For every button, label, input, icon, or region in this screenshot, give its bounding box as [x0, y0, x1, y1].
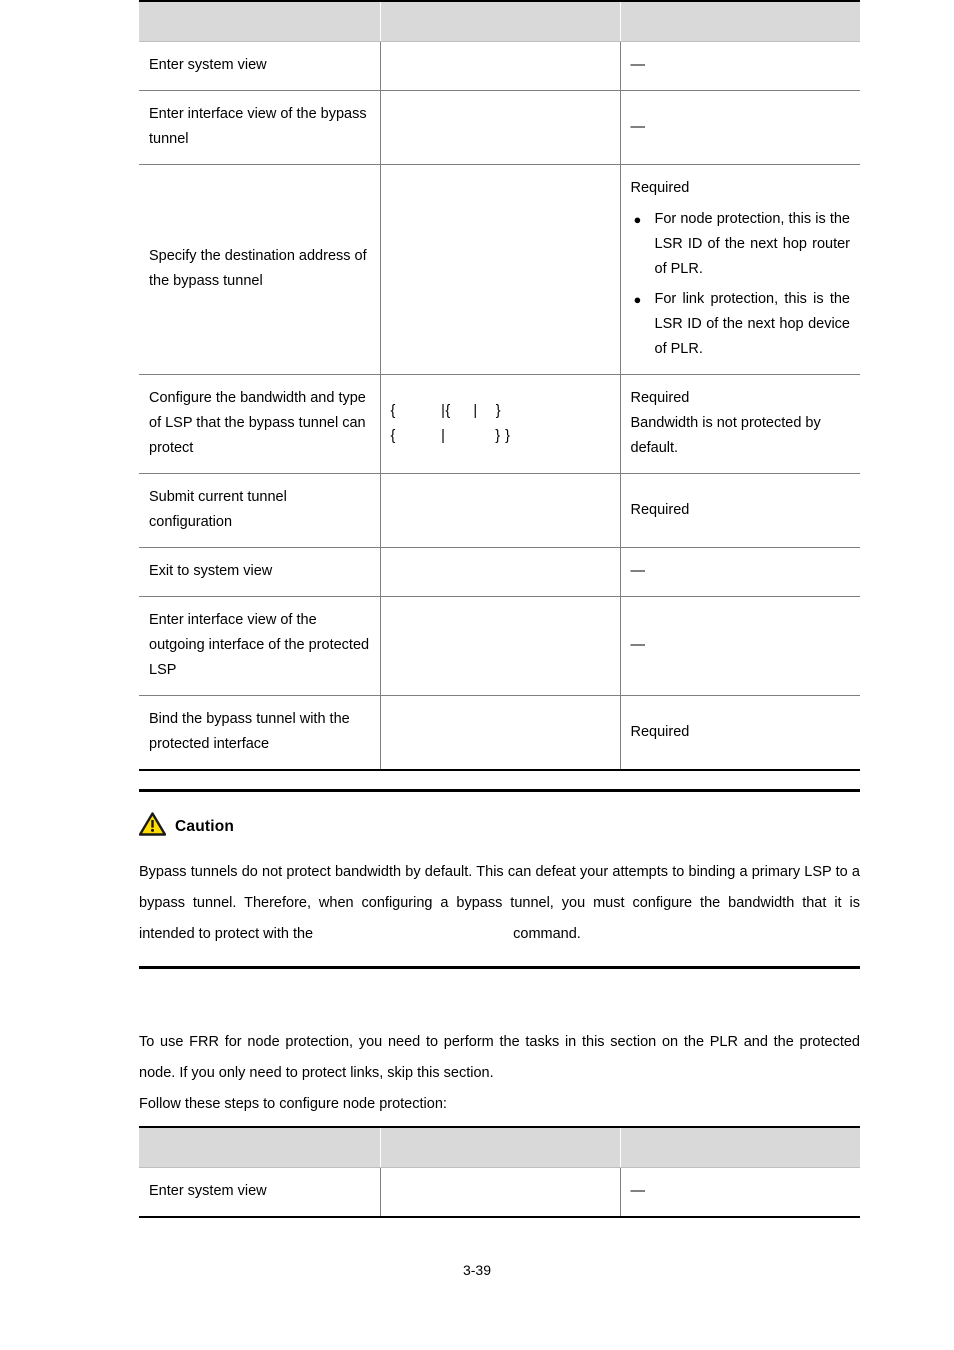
- cell-remarks: —: [619, 596, 860, 696]
- cell-command: [379, 1167, 620, 1218]
- caution-body: Bypass tunnels do not protect bandwidth …: [139, 857, 860, 950]
- table-body: Enter system view —: [139, 1167, 860, 1218]
- bypass-tunnel-config-table: Enter system view — Enter interface view…: [139, 0, 860, 771]
- table-row: Configure the bandwidth and type of LSP …: [139, 374, 860, 474]
- table-body: Enter system view — Enter interface view…: [139, 41, 860, 771]
- warning-triangle-icon: [138, 812, 167, 841]
- cell-remarks: Required Bandwidth is not protected by d…: [619, 374, 860, 474]
- remarks-lead: —: [630, 118, 646, 135]
- section-paragraph-2: Follow these steps to configure node pro…: [139, 1096, 447, 1112]
- cell-step: Enter interface view of the bypass tunne…: [139, 90, 380, 165]
- cell-command: [379, 41, 620, 91]
- table-header-row: [139, 1126, 860, 1168]
- cell-step: Submit current tunnel configuration: [139, 473, 380, 548]
- list-item-label: For node protection, this is the LSR ID …: [654, 211, 851, 277]
- cell-remarks: —: [619, 41, 860, 91]
- table-header: [139, 1126, 860, 1168]
- cell-step: Bind the bypass tunnel with the protecte…: [139, 695, 380, 771]
- remarks-lead: Required: [630, 390, 690, 406]
- remarks-lead: Required: [630, 501, 690, 518]
- table-row: Enter system view —: [139, 1167, 860, 1218]
- cell-remarks: —: [619, 90, 860, 165]
- cell-step: Enter interface view of the outgoing int…: [139, 596, 380, 696]
- remarks-lead: —: [630, 563, 646, 579]
- section-body: To use FRR for node protection, you need…: [139, 1027, 860, 1120]
- table-row: Enter interface view of the bypass tunne…: [139, 90, 860, 165]
- table-row: Bind the bypass tunnel with the protecte…: [139, 695, 860, 771]
- caution-body-part1: Bypass tunnels do not protect bandwidth …: [139, 864, 860, 942]
- remarks-lead: —: [630, 637, 646, 653]
- cell-step: Enter system view: [139, 41, 380, 91]
- column-header-command: [379, 1126, 620, 1168]
- cell-remarks: —: [619, 1167, 860, 1218]
- node-protection-config-table: Enter system view —: [139, 1126, 860, 1218]
- cell-command: [379, 90, 620, 165]
- section-heading: [139, 987, 860, 1017]
- document-page: Enter system view — Enter interface view…: [0, 0, 954, 1350]
- cell-command: [379, 473, 620, 548]
- remarks-lead: Required: [630, 723, 690, 740]
- caution-title: Caution: [175, 817, 235, 835]
- bullet-icon: ●: [633, 212, 642, 227]
- cell-step: Exit to system view: [139, 547, 380, 597]
- cell-command: [379, 695, 620, 771]
- list-item: ● For node protection, this is the LSR I…: [631, 207, 851, 282]
- cell-step: Specify the destination address of the b…: [139, 164, 380, 375]
- list-item: ● For link protection, this is the LSR I…: [631, 287, 851, 362]
- cell-remarks: —: [619, 547, 860, 597]
- remarks-note-list: ● For node protection, this is the LSR I…: [631, 207, 851, 362]
- page-footer: 3-39: [0, 1262, 954, 1278]
- node-protection-table-wrap: Enter system view —: [139, 1126, 860, 1218]
- caution-callout: Caution Bypass tunnels do not protect ba…: [138, 789, 860, 969]
- table-row: Enter interface view of the outgoing int…: [139, 596, 860, 696]
- cell-step: Configure the bandwidth and type of LSP …: [139, 374, 380, 474]
- remarks-extra: Bandwidth is not protected by default.: [630, 415, 821, 456]
- cell-step: Enter system view: [139, 1167, 380, 1218]
- remarks-lead: —: [630, 57, 646, 73]
- cell-remarks: Required: [619, 473, 860, 548]
- table-header-row: [139, 0, 860, 42]
- remarks-lead: Required: [630, 180, 690, 196]
- cell-command: [379, 547, 620, 597]
- cell-command: { |{ | } { | } }: [379, 374, 620, 474]
- cell-remarks: Required: [619, 695, 860, 771]
- column-header-step: [139, 0, 380, 42]
- table-header: [139, 0, 860, 42]
- column-header-remarks: [619, 0, 860, 42]
- page-number: 3-39: [462, 1262, 492, 1278]
- column-header-step: [139, 1126, 380, 1168]
- list-item-label: For link protection, this is the LSR ID …: [654, 291, 851, 357]
- cell-command: [379, 164, 620, 375]
- table-row: Submit current tunnel configuration Requ…: [139, 473, 860, 548]
- cell-remarks: Required ● For node protection, this is …: [619, 164, 860, 375]
- table-row: Enter system view —: [139, 41, 860, 91]
- remarks-lead: —: [630, 1183, 646, 1199]
- caution-body-part2: command.: [513, 926, 581, 942]
- page-content: Enter system view — Enter interface view…: [138, 0, 860, 1218]
- column-header-remarks: [619, 1126, 860, 1168]
- caution-header: Caution: [138, 812, 860, 841]
- table-row: Specify the destination address of the b…: [139, 164, 860, 375]
- cell-command: [379, 596, 620, 696]
- bullet-icon: ●: [633, 292, 642, 307]
- column-header-command: [379, 0, 620, 42]
- section-paragraph-1: To use FRR for node protection, you need…: [139, 1034, 860, 1081]
- table-row: Exit to system view —: [139, 547, 860, 597]
